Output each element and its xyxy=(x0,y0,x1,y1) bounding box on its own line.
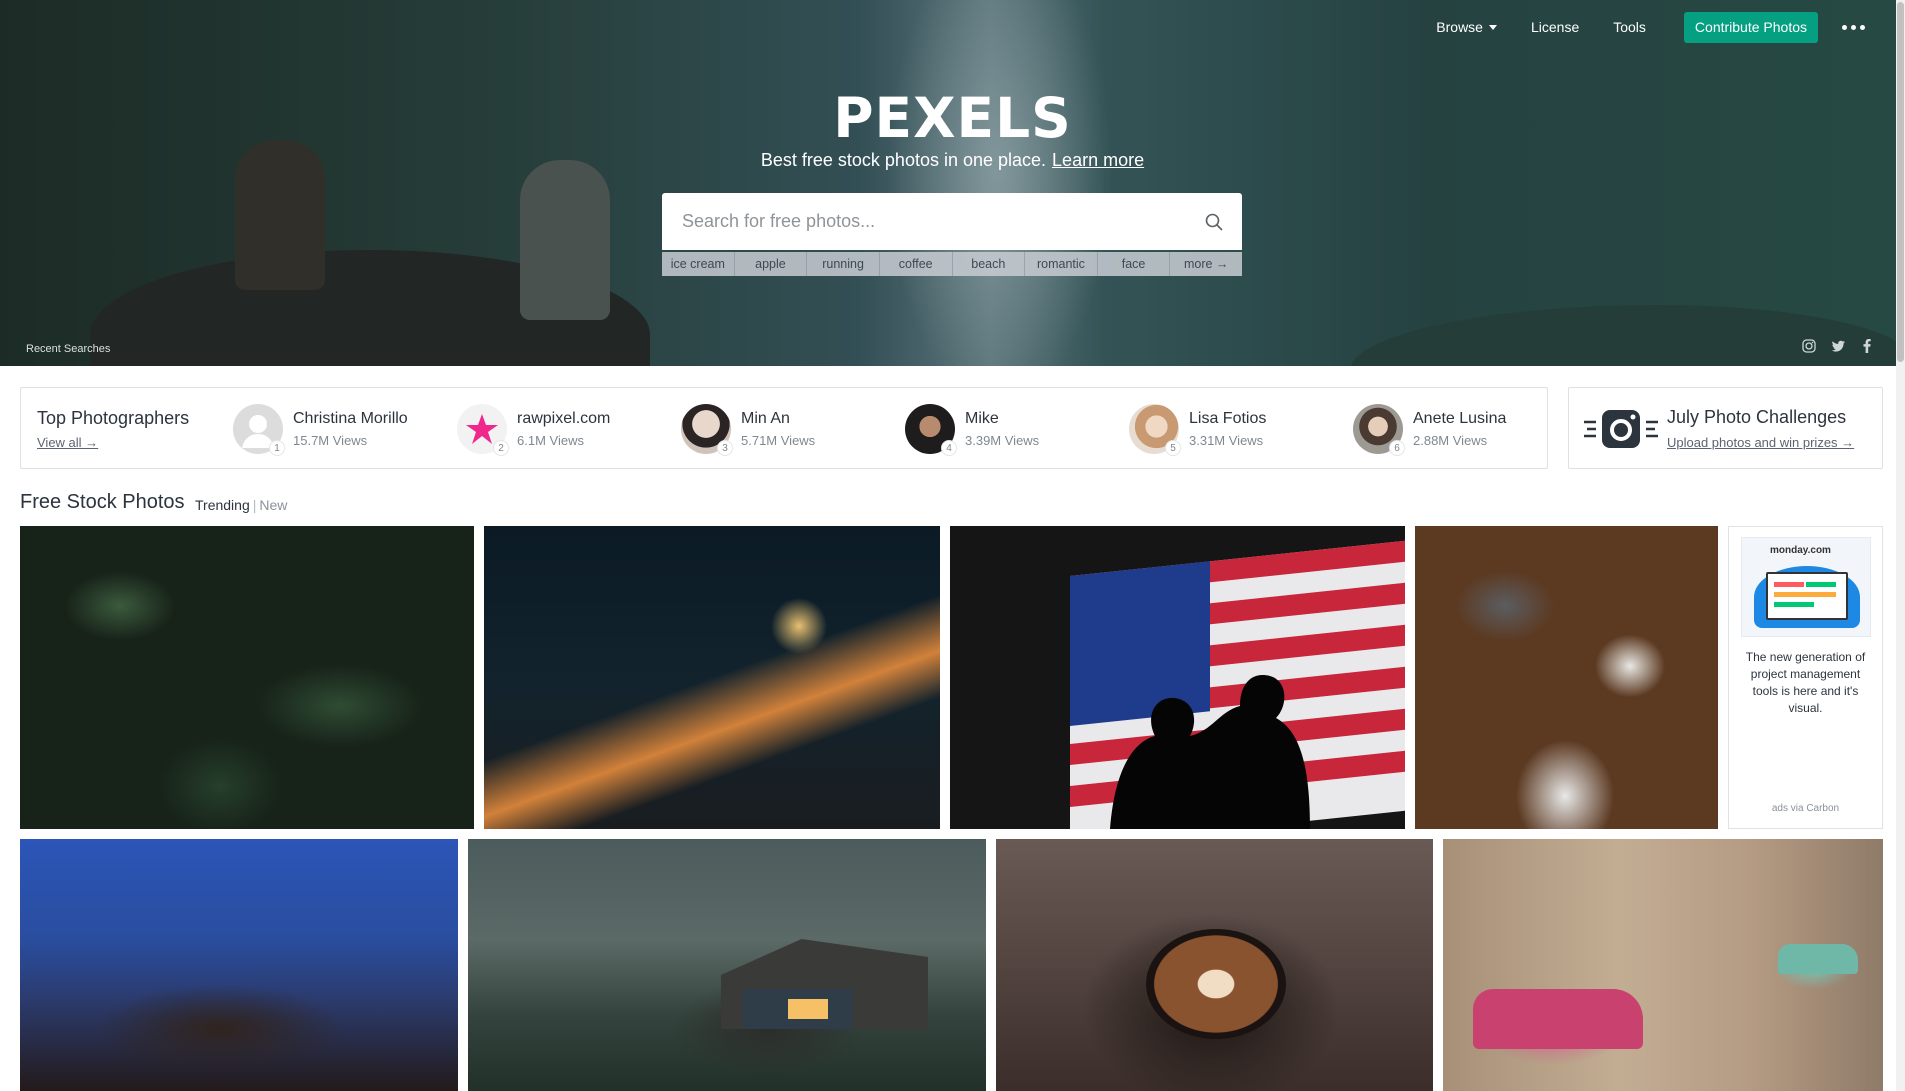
social-links xyxy=(1801,338,1875,354)
nav-license[interactable]: License xyxy=(1531,19,1579,35)
photo-car-at-dusk[interactable] xyxy=(20,839,458,1091)
photographer-item[interactable]: 4 Mike 3.39M Views xyxy=(905,402,1039,456)
avatar: 4 xyxy=(905,404,957,456)
facebook-icon[interactable] xyxy=(1859,338,1875,354)
photo-bridge-light-trails[interactable] xyxy=(484,526,940,829)
rank-badge: 4 xyxy=(941,440,957,456)
challenges-title: July Photo Challenges xyxy=(1667,407,1847,427)
twitter-icon[interactable] xyxy=(1830,338,1846,354)
photographer-views: 3.31M Views xyxy=(1189,433,1264,448)
rank-badge: 5 xyxy=(1165,440,1181,456)
photographer-name: Christina Morillo xyxy=(293,410,408,427)
search-button[interactable] xyxy=(1186,193,1242,250)
rank-badge: 3 xyxy=(717,440,733,456)
rank-badge: 6 xyxy=(1389,440,1405,456)
hero-banner: Browse License Tools Contribute Photos P… xyxy=(0,0,1905,366)
photographer-name: Mike xyxy=(965,410,999,427)
tag-face[interactable]: face xyxy=(1098,252,1171,276)
tag-apple[interactable]: apple xyxy=(735,252,808,276)
page-scrollbar[interactable] xyxy=(1896,0,1905,1091)
avatar: 3 xyxy=(681,404,733,456)
avatar: 2 xyxy=(457,404,509,456)
photo-havana-street[interactable] xyxy=(1443,839,1883,1091)
tab-new[interactable]: New xyxy=(259,497,287,513)
photographer-name: Min An xyxy=(741,410,790,427)
top-photographers-panel: Top Photographers View all → 1 Christina… xyxy=(20,387,1548,469)
camera-icon xyxy=(1584,410,1658,448)
chevron-down-icon xyxy=(1488,24,1497,30)
scrollbar-thumb[interactable] xyxy=(1897,2,1904,362)
tag-romantic[interactable]: romantic xyxy=(1025,252,1098,276)
upload-photos-link[interactable]: Upload photos and win prizes → xyxy=(1667,435,1854,450)
carbon-ad[interactable]: monday.com The new generation of project… xyxy=(1728,526,1883,829)
contribute-label: Contribute Photos xyxy=(1694,19,1807,35)
photographer-views: 6.1M Views xyxy=(517,433,584,448)
tag-beach[interactable]: beach xyxy=(953,252,1026,276)
ad-image: monday.com xyxy=(1741,537,1871,637)
photo-flag-silhouette[interactable] xyxy=(950,526,1405,829)
instagram-icon[interactable] xyxy=(1801,338,1817,354)
nav-license-label: License xyxy=(1530,19,1580,35)
photographer-item[interactable]: 5 Lisa Fotios 3.31M Views xyxy=(1129,402,1266,456)
nav-browse-label: Browse xyxy=(1436,19,1483,35)
photographer-item[interactable]: 6 Anete Lusina 2.88M Views xyxy=(1353,402,1506,456)
photographer-name: rawpixel.com xyxy=(517,410,611,427)
pexels-logo[interactable]: PEXELS xyxy=(0,86,1905,150)
search-icon xyxy=(1205,213,1223,231)
search-bar xyxy=(662,193,1242,250)
photographer-item[interactable]: 1 Christina Morillo 15.7M Views xyxy=(233,402,408,456)
recent-searches-link[interactable]: Recent Searches xyxy=(26,343,110,355)
learn-more-link[interactable]: Learn more xyxy=(1052,150,1144,170)
nav-browse[interactable]: Browse xyxy=(1436,19,1497,35)
tag-running[interactable]: running xyxy=(807,252,880,276)
section-title: Free Stock Photos xyxy=(20,491,185,513)
tab-separator: | xyxy=(252,497,257,513)
view-all-photographers-link[interactable]: View all → xyxy=(37,435,98,450)
photo-challenges-panel[interactable]: July Photo Challenges Upload photos and … xyxy=(1568,387,1883,469)
tab-trending[interactable]: Trending xyxy=(195,497,250,513)
tag-coffee[interactable]: coffee xyxy=(880,252,953,276)
tagline-text: Best free stock photos in one place. xyxy=(760,150,1047,170)
hero-overlay xyxy=(0,0,1905,366)
top-navigation: Browse License Tools Contribute Photos xyxy=(1402,11,1865,43)
search-input[interactable] xyxy=(662,193,1186,250)
photo-cottage-evening[interactable] xyxy=(468,839,986,1091)
avatar: 5 xyxy=(1129,404,1181,456)
tag-ice-cream[interactable]: ice cream xyxy=(662,252,735,276)
section-tabs: Trending | New xyxy=(195,497,287,513)
photographer-views: 15.7M Views xyxy=(293,433,368,448)
contribute-photos-button[interactable]: Contribute Photos xyxy=(1683,11,1818,43)
photographer-name: Lisa Fotios xyxy=(1189,410,1267,427)
photo-fern-leaves[interactable] xyxy=(20,526,474,829)
flag-graphic xyxy=(1070,540,1405,829)
nav-tools[interactable]: Tools xyxy=(1613,19,1646,35)
rank-badge: 1 xyxy=(269,440,285,456)
photographer-views: 5.71M Views xyxy=(741,433,816,448)
ad-brand: monday.com xyxy=(1770,545,1831,556)
photographer-name: Anete Lusina xyxy=(1413,410,1507,427)
nav-tools-label: Tools xyxy=(1613,19,1646,35)
avatar: 6 xyxy=(1353,404,1405,456)
hero-tagline: Best free stock photos in one place. Lear… xyxy=(0,150,1905,171)
avatar: 1 xyxy=(233,404,285,456)
more-menu-icon[interactable] xyxy=(1842,24,1865,30)
rank-badge: 2 xyxy=(493,440,509,456)
photographer-item[interactable]: 3 Min An 5.71M Views xyxy=(681,402,815,456)
photographer-views: 2.88M Views xyxy=(1413,433,1488,448)
photographer-item[interactable]: 2 rawpixel.com 6.1M Views xyxy=(457,402,610,456)
photo-latte-art[interactable] xyxy=(996,839,1433,1091)
ad-text: The new generation of project management… xyxy=(1745,650,1866,715)
photo-laptop-desk[interactable] xyxy=(1415,526,1718,829)
photographer-views: 3.39M Views xyxy=(965,433,1040,448)
tag-more[interactable]: more → xyxy=(1170,252,1242,276)
ads-via-carbon-link[interactable]: ads via Carbon xyxy=(1729,803,1882,814)
popular-search-tags: ice cream apple running coffee beach rom… xyxy=(662,252,1242,276)
top-photographers-title: Top Photographers xyxy=(37,408,190,428)
